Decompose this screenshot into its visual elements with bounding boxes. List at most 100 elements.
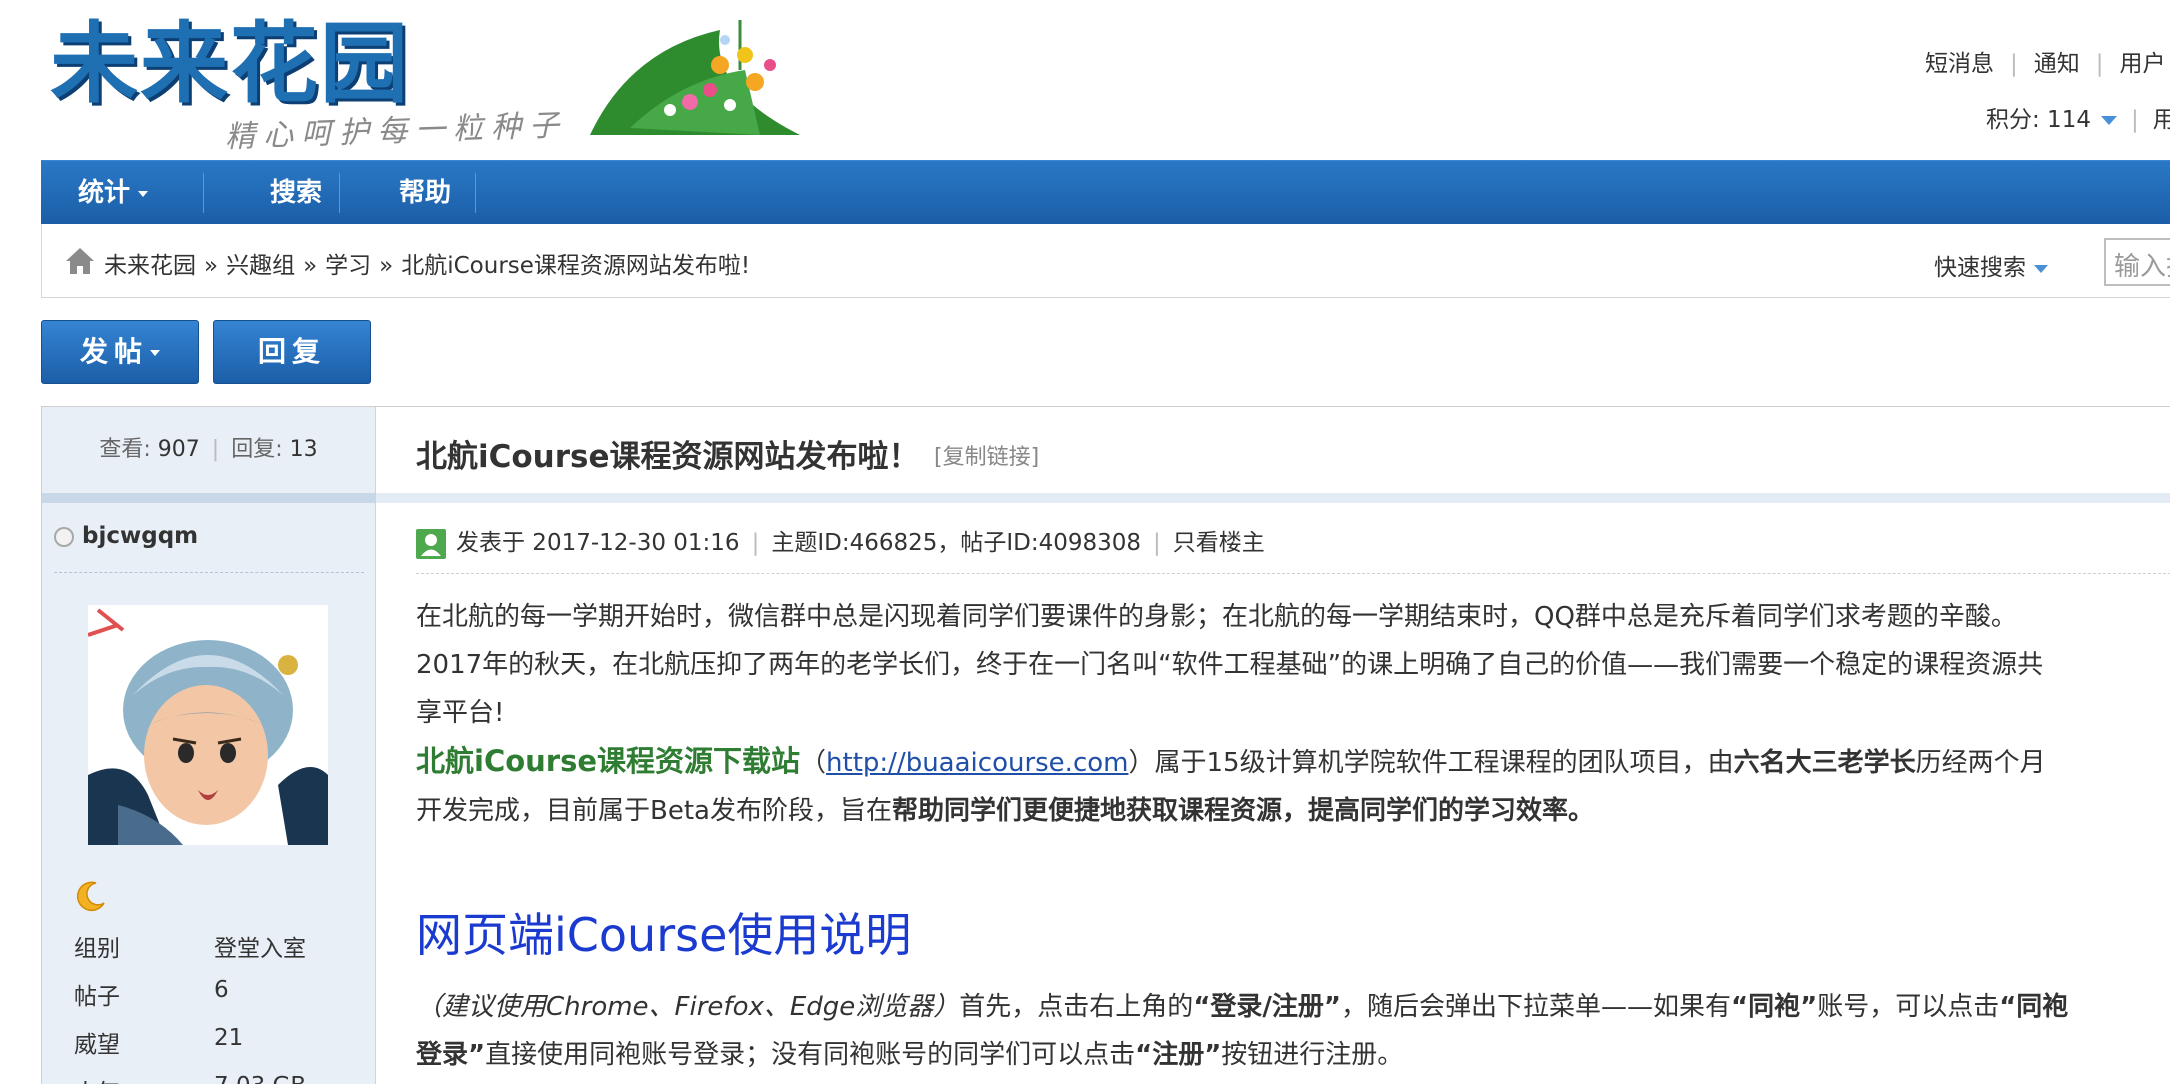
bold-text: “登录/注册”	[1193, 992, 1341, 1022]
nav-item-search[interactable]: 搜索	[216, 161, 376, 225]
section-heading: 网页端iCourse使用说明	[416, 908, 912, 962]
home-icon[interactable]	[64, 246, 96, 276]
credits-extra-link[interactable]: 用	[2153, 107, 2170, 133]
nav-divider	[203, 173, 204, 213]
post-title: 北航iCourse课程资源网站发布啦！	[416, 439, 920, 475]
text-span: ，随后会弹出下拉菜单——如果有	[1341, 992, 1732, 1022]
flower-garden-icon	[590, 20, 800, 135]
breadcrumb-separator: »	[204, 253, 219, 279]
profile-key: 威望	[74, 1032, 120, 1058]
paragraph-line: （建议使用Chrome、Firefox、Edge浏览器）首先，点击右上角的“登录…	[416, 987, 2068, 1027]
profile-value[interactable]: 登堂入室	[214, 929, 306, 963]
divider: |	[2130, 107, 2139, 133]
divider: |	[751, 530, 760, 556]
breadcrumb-separator: »	[303, 253, 318, 279]
nav-item-help[interactable]: 帮助	[359, 161, 491, 225]
paragraph-line: 2017年的秋天，在北航压抑了两年的老学长们，终于在一门名叫“软件工程基础”的课…	[416, 650, 2044, 680]
chevron-down-icon[interactable]	[2100, 116, 2117, 125]
post-date: 发表于 2017-12-30 01:16	[456, 530, 740, 556]
breadcrumb-bar: 未来花园 » 兴趣组 » 学习 » 北航iCourse课程资源网站发布啦! 快速搜索 输入搜…	[41, 224, 2170, 298]
divider: |	[211, 437, 220, 462]
nav-divider	[475, 173, 476, 213]
search-input[interactable]: 输入搜索	[2104, 238, 2170, 286]
post-ids: 主题ID:466825，帖子ID:4098308	[771, 530, 1142, 556]
divider	[54, 572, 364, 573]
copy-link-button[interactable]: [复制链接]	[934, 439, 1039, 471]
replies-label: 回复:	[231, 437, 283, 462]
credits-label[interactable]: 积分: 114	[1986, 107, 2091, 133]
offline-status-icon	[54, 526, 74, 547]
text-span: 直接使用同袍账号登录；没有同袍账号的同学们可以点击	[485, 1040, 1136, 1070]
text-span: 历经两个月	[1915, 748, 2046, 778]
breadcrumb-forum[interactable]: 学习	[325, 253, 371, 279]
new-post-label: 发帖	[79, 335, 148, 368]
breadcrumb-thread[interactable]: 北航iCourse课程资源网站发布啦!	[401, 253, 750, 279]
bold-text: “注册”	[1135, 1040, 1222, 1070]
logo-text: 未来花园	[50, 12, 411, 115]
bold-text: 帮助同学们更便捷地获取课程资源，提高同学们的学习效率。	[891, 796, 1594, 826]
text-span: 账号，可以点击	[1817, 992, 2000, 1022]
replies-count: 13	[289, 437, 318, 462]
nav-item-label: 统计	[77, 178, 130, 208]
profile-key: 人气	[74, 1073, 120, 1084]
paragraph-line: 在北航的每一学期开始时，微信群中总是闪现着同学们要课件的身影；在北航的每一学期结…	[416, 602, 2017, 632]
post-meta: 发表于 2017-12-30 01:16 | 主题ID:466825，帖子ID:40…	[416, 523, 1265, 559]
breadcrumb-home[interactable]: 未来花园	[104, 253, 196, 279]
divider: |	[1153, 530, 1161, 556]
profile-value: 7.03 GB	[214, 1073, 306, 1084]
quick-search-label: 快速搜索	[1934, 255, 2026, 281]
online-user-icon	[416, 528, 446, 559]
credits-info: 积分: 114 | 用	[1986, 100, 2170, 134]
author-name-row: bjcwgqm	[54, 523, 198, 549]
messages-link[interactable]: 短消息	[1925, 44, 1994, 78]
text-span: 开发完成，目前属于Beta发布阶段，旨在	[416, 796, 892, 826]
user-link[interactable]: 用户	[2120, 44, 2166, 78]
text-span: （	[800, 748, 827, 778]
paragraph-line: 享平台!	[416, 698, 505, 728]
profile-key: 帖子	[74, 984, 120, 1010]
chevron-down-icon	[138, 190, 148, 197]
paragraph-line: 北航iCourse课程资源下载站（http://buaaicourse.com）…	[416, 741, 2046, 783]
bold-text: “同袍	[1999, 992, 2069, 1022]
nav-divider	[339, 173, 340, 213]
post-container: 查看: 907 | 回复: 13 bjcwgqm 组别 登堂入室 帖子 6 威望…	[41, 406, 2170, 1084]
breadcrumb-separator: »	[379, 253, 394, 279]
site-logo[interactable]: 未来花园 精心呵护每一粒种子	[50, 12, 810, 155]
divider	[42, 493, 375, 503]
chevron-down-icon	[2034, 264, 2048, 273]
divider	[376, 493, 2170, 503]
author-sidebar: 查看: 907 | 回复: 13 bjcwgqm 组别 登堂入室 帖子 6 威望…	[42, 407, 376, 1084]
divider: |	[2010, 51, 2018, 77]
paragraph-line: 登录”直接使用同袍账号登录；没有同袍账号的同学们可以点击“注册”按钮进行注册。	[416, 1035, 1403, 1075]
moon-icon	[76, 881, 105, 912]
main-nav: 统计 搜索 帮助	[41, 160, 2170, 224]
avatar[interactable]	[88, 605, 328, 845]
chevron-down-icon	[150, 350, 160, 356]
only-author-link[interactable]: 只看楼主	[1173, 530, 1265, 556]
author-name[interactable]: bjcwgqm	[82, 523, 198, 549]
profile-value: 21	[214, 1025, 244, 1051]
breadcrumb-group[interactable]: 兴趣组	[226, 253, 295, 279]
profile-value[interactable]: 6	[214, 977, 229, 1003]
bold-text: “同袍”	[1731, 992, 1818, 1022]
text-span: 首先，点击右上角的	[959, 992, 1194, 1022]
notifications-link[interactable]: 通知	[2034, 44, 2080, 78]
reply-button[interactable]: 回复	[213, 320, 371, 384]
site-header: 未来花园 精心呵护每一粒种子 短消息 | 通知 | 用户 积分: 114 | 用	[0, 0, 2170, 160]
bold-text: 登录”	[416, 1040, 486, 1070]
profile-key: 组别	[74, 936, 120, 962]
post-title-row: 北航iCourse课程资源网站发布啦！ [复制链接]	[376, 407, 2170, 493]
post-main: 北航iCourse课程资源网站发布啦！ [复制链接] 发表于 2017-12-3…	[376, 407, 2170, 1084]
divider	[416, 573, 2170, 574]
italic-text: （建议使用Chrome、Firefox、Edge浏览器）	[416, 992, 960, 1022]
text-span: 按钮进行注册。	[1221, 1040, 1404, 1070]
divider: |	[2095, 51, 2104, 77]
nav-item-stats[interactable]: 统计	[41, 161, 185, 225]
text-span: ）属于15级计算机学院软件工程课程的团队项目，由	[1128, 748, 1734, 778]
quick-search-toggle[interactable]: 快速搜索	[1934, 248, 2048, 282]
paragraph-line: 开发完成，目前属于Beta发布阶段，旨在帮助同学们更便捷地获取课程资源，提高同学…	[416, 791, 1594, 831]
views-count: 907	[157, 437, 200, 462]
site-url-link[interactable]: http://buaaicourse.com	[826, 748, 1128, 778]
new-post-button[interactable]: 发帖	[41, 320, 199, 384]
user-links: 短消息 | 通知 | 用户	[1925, 44, 2166, 78]
